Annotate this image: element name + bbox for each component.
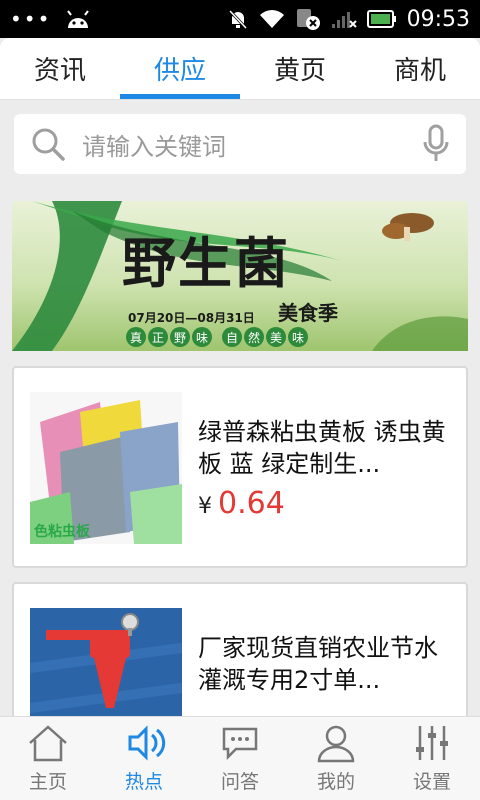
- banner-subtitle: 美食季: [278, 301, 338, 325]
- user-icon: [317, 725, 355, 763]
- nav-label: 问答: [220, 771, 259, 793]
- tab-yellow-pages[interactable]: 黄页: [240, 38, 360, 99]
- nav-mine[interactable]: 我的: [288, 717, 384, 800]
- banner-title: 野生菌: [122, 231, 290, 295]
- battery-icon: [366, 10, 396, 28]
- category-tabs: 资讯 供应 黄页 商机: [0, 38, 480, 100]
- banner-tag-char: 正: [148, 327, 168, 347]
- banner-tag-char: 真: [126, 327, 146, 347]
- nav-settings[interactable]: 设置: [384, 717, 480, 800]
- status-bar: ••• 09:53: [0, 0, 480, 38]
- banner-tag-char: 味: [192, 327, 212, 347]
- banner-tag-char: 然: [244, 327, 264, 347]
- nav-label: 热点: [124, 771, 163, 793]
- search-icon: [32, 128, 65, 161]
- product-title: 绿普森粘虫黄板 诱虫黄板 蓝 绿定制生...: [198, 418, 446, 478]
- muted-bell-icon: [228, 9, 247, 30]
- status-dots: •••: [10, 7, 52, 31]
- currency-symbol: ¥: [198, 494, 212, 519]
- nav-label: 设置: [412, 771, 451, 793]
- banner-tag-char: 美: [266, 327, 286, 347]
- banner-tag-char: 野: [170, 327, 190, 347]
- status-time: 09:53: [406, 6, 470, 32]
- signal-icon: [331, 12, 357, 28]
- banner-tag-char: 味: [288, 327, 308, 347]
- nav-home[interactable]: 主页: [0, 717, 96, 800]
- nav-label: 主页: [28, 771, 67, 793]
- thumb-caption: 色粘虫板: [34, 523, 91, 540]
- search-bar[interactable]: 请输入关键词: [14, 114, 466, 174]
- nav-label: 我的: [316, 771, 355, 793]
- nav-qa[interactable]: 问答: [192, 717, 288, 800]
- wifi-icon: [259, 10, 284, 28]
- tab-news[interactable]: 资讯: [0, 38, 120, 99]
- tab-supply[interactable]: 供应: [120, 38, 240, 99]
- sim-icon: [296, 9, 320, 30]
- banner-date: 07月20日—08月31日: [128, 311, 255, 325]
- microphone-icon[interactable]: [422, 124, 450, 164]
- product-title: 厂家现货直销农业节水灌溉专用2寸单...: [198, 634, 438, 694]
- price-row: ¥ 0.64: [198, 486, 285, 521]
- home-icon: [29, 725, 67, 762]
- android-icon: [67, 10, 90, 28]
- banner-tags: 真 正 野 味 自 然 美 味: [126, 327, 308, 347]
- product-image: 色粘虫板: [30, 392, 182, 544]
- tab-opportunities[interactable]: 商机: [360, 38, 480, 99]
- sticky-trap-boards-image: 色粘虫板: [30, 400, 182, 544]
- search-input[interactable]: 请输入关键词: [82, 127, 422, 162]
- promo-banner[interactable]: 野生菌 美食季 07月20日—08月31日 真 正 野 味 自 然 美 味: [12, 201, 468, 351]
- speaker-icon: [128, 725, 166, 761]
- nav-hot[interactable]: 热点: [96, 717, 192, 800]
- banner-tag-char: 自: [222, 327, 242, 347]
- chat-icon: [222, 727, 258, 761]
- sliders-icon: [416, 726, 448, 760]
- product-card[interactable]: 色粘虫板 绿普森粘虫黄板 诱虫黄板 蓝 绿定制生... ¥ 0.64: [12, 366, 468, 568]
- bottom-navigation: 主页 热点 问答 我的 设置: [0, 716, 480, 800]
- product-price: 0.64: [218, 486, 285, 521]
